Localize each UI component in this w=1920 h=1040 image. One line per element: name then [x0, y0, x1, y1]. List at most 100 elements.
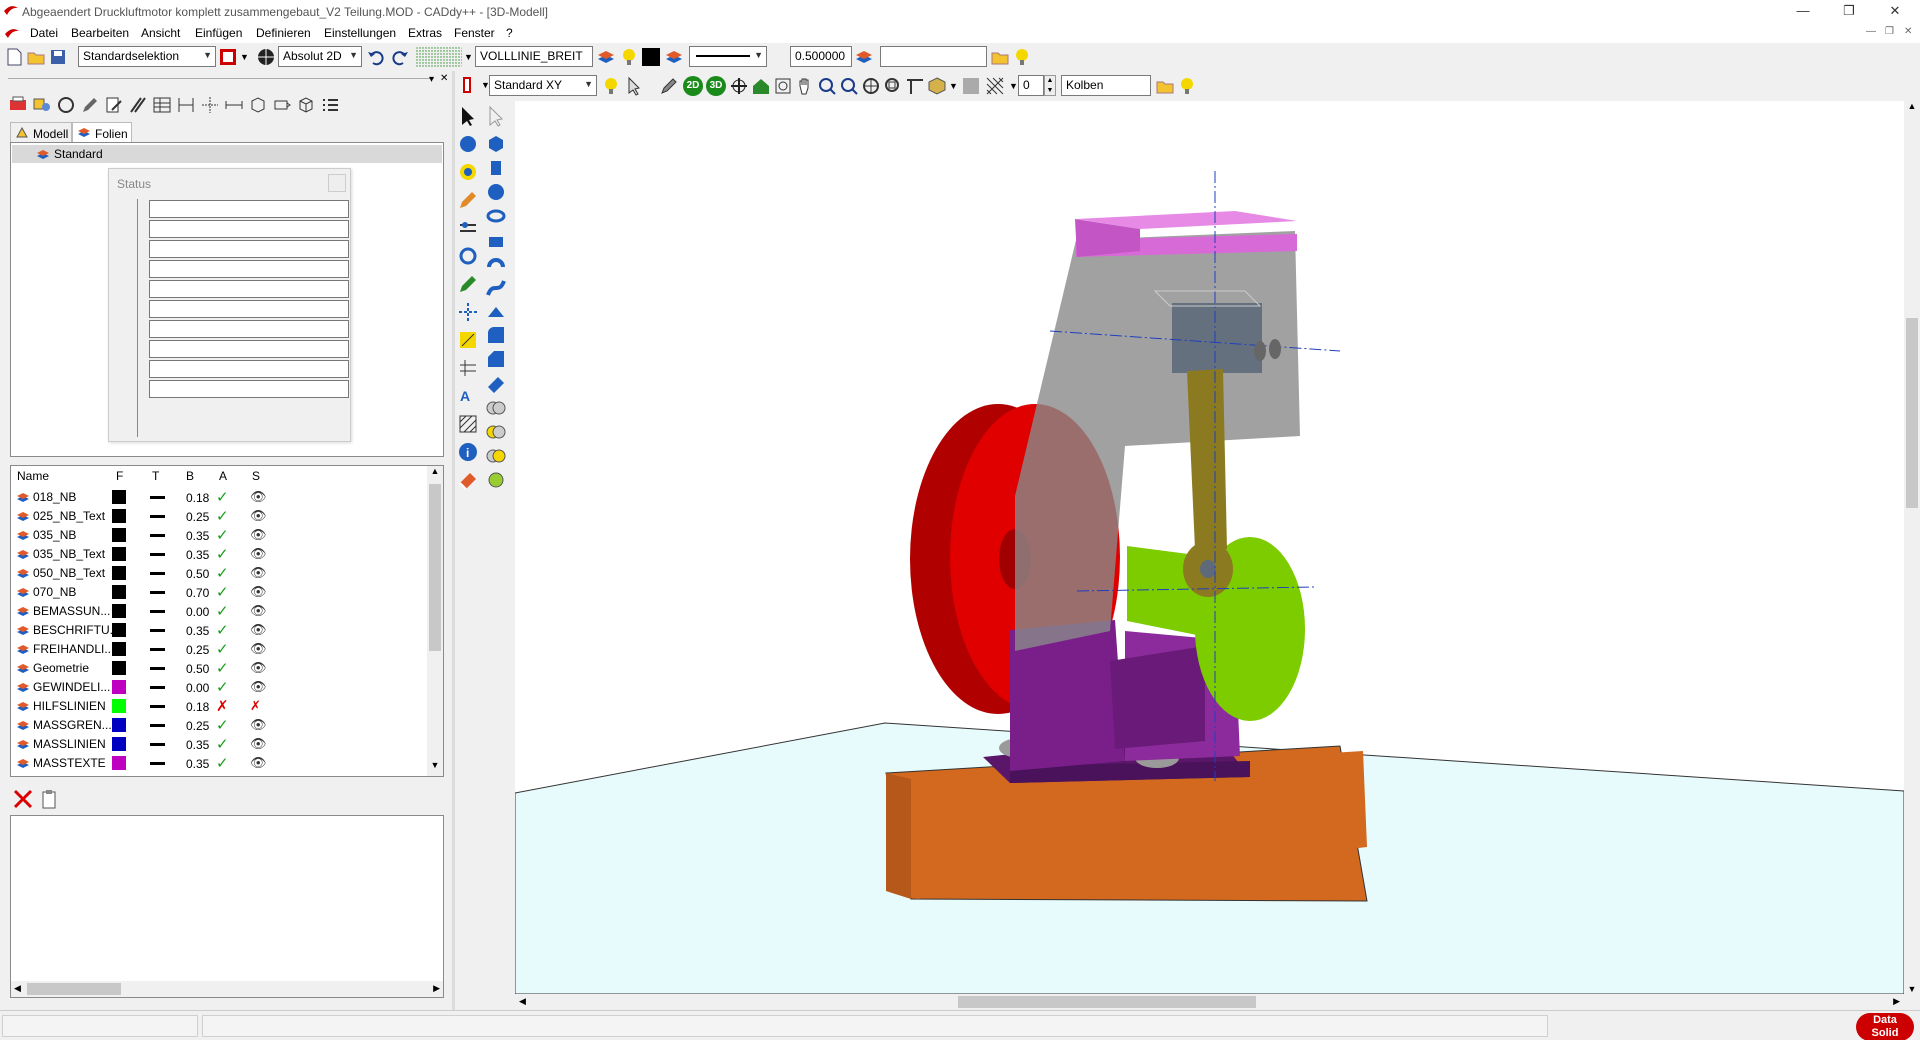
number-spinner[interactable]: ▲ ▼ — [1044, 75, 1056, 96]
layer-row[interactable]: 035_NB_Text 0.35 ✓ 👁 — [11, 544, 429, 563]
viewport-horizontal-scrollbar[interactable]: ◀ ▶ — [515, 994, 1904, 1010]
layer-icon[interactable] — [596, 47, 616, 67]
chevron-down-icon[interactable]: ▼ — [240, 52, 249, 62]
panel-close-icon[interactable]: ✕ — [440, 73, 448, 84]
layer-color-swatch[interactable] — [112, 756, 126, 770]
layer-width[interactable]: 0.00 — [186, 681, 209, 695]
sphere-icon[interactable] — [485, 181, 507, 203]
pencil-icon[interactable] — [659, 76, 679, 96]
clipboard-icon[interactable] — [40, 788, 58, 810]
zoom-extents-icon[interactable] — [883, 76, 903, 96]
layer-linetype[interactable] — [150, 591, 165, 594]
folder-icon[interactable] — [990, 47, 1010, 67]
open-folder-icon[interactable] — [26, 47, 46, 67]
column-b[interactable]: B — [186, 469, 194, 483]
tab-modell[interactable]: Modell — [10, 122, 72, 142]
layer-scrollbar[interactable]: ▲ ▼ — [427, 466, 443, 776]
layer-visibility-toggle[interactable]: ✗ — [250, 698, 261, 714]
cube-icon[interactable] — [296, 95, 316, 115]
layer-visibility-toggle[interactable]: 👁 — [250, 755, 267, 771]
restore-button[interactable]: ❐ — [1826, 0, 1872, 23]
explorer-icon[interactable] — [32, 95, 52, 115]
menu-fenster[interactable]: Fenster — [454, 26, 495, 40]
dimension-icon[interactable] — [176, 95, 196, 115]
extrude-icon[interactable] — [485, 229, 507, 251]
layer-color-swatch[interactable] — [112, 509, 126, 523]
subtract-icon[interactable] — [485, 421, 507, 443]
tree-item-standard[interactable]: Standard — [12, 145, 442, 163]
layer-linetype[interactable] — [150, 743, 165, 746]
layer-width[interactable]: 0.35 — [186, 738, 209, 752]
box-icon[interactable] — [248, 95, 268, 115]
layer-active-toggle[interactable]: ✓ — [216, 488, 229, 506]
layer-width[interactable]: 0.18 — [186, 700, 209, 714]
layer-color-swatch[interactable] — [112, 566, 126, 580]
scroll-thumb[interactable] — [958, 996, 1256, 1008]
layer-active-toggle[interactable]: ✓ — [216, 545, 229, 563]
model-viewport[interactable] — [515, 101, 1904, 994]
column-f[interactable]: F — [116, 469, 123, 483]
layer-linetype[interactable] — [150, 515, 165, 518]
menu-definieren[interactable]: Definieren — [256, 26, 311, 40]
cube-3d-icon[interactable] — [485, 133, 507, 155]
dimension-tool-icon[interactable] — [457, 329, 479, 351]
circle-tool-icon[interactable] — [56, 95, 76, 115]
rotate-icon[interactable] — [457, 245, 479, 267]
layer-width[interactable]: 0.25 — [186, 643, 209, 657]
layer-visibility-toggle[interactable]: 👁 — [250, 622, 267, 638]
layer-icon[interactable] — [664, 47, 684, 67]
scroll-right-icon[interactable]: ▶ — [433, 983, 440, 994]
scroll-down-icon[interactable]: ▼ — [427, 760, 443, 776]
layer-bulb-icon[interactable] — [618, 47, 638, 67]
layer-width[interactable]: 0.70 — [186, 586, 209, 600]
layer-visibility-toggle[interactable]: 👁 — [250, 489, 267, 505]
layer-color-swatch[interactable] — [112, 642, 126, 656]
layer-linetype[interactable] — [150, 572, 165, 575]
layer-row[interactable]: MASSGREN... 0.25 ✓ 👁 — [11, 715, 429, 734]
hatch-tool-icon[interactable] — [457, 413, 479, 435]
solid-icon[interactable] — [272, 95, 292, 115]
close-button[interactable]: ✕ — [1872, 0, 1918, 23]
menu-bearbeiten[interactable]: Bearbeiten — [71, 26, 129, 40]
layer-width[interactable]: 0.35 — [186, 757, 209, 771]
rotate-view-icon[interactable] — [729, 76, 749, 96]
layer-linetype[interactable] — [150, 762, 165, 765]
scroll-down-icon[interactable]: ▼ — [1904, 984, 1920, 994]
material-icon[interactable] — [485, 469, 507, 491]
layer-color-swatch[interactable] — [112, 718, 126, 732]
layer-linetype[interactable] — [150, 705, 165, 708]
pointer-icon[interactable] — [625, 76, 645, 96]
layer-active-toggle[interactable]: ✓ — [216, 583, 229, 601]
layer-color-swatch[interactable] — [112, 528, 126, 542]
layer-visibility-toggle[interactable]: 👁 — [250, 603, 267, 619]
layer-active-toggle[interactable]: ✗ — [216, 697, 229, 715]
selection-mode-select[interactable]: Standardselektion ▼ — [78, 46, 216, 67]
layer-visibility-toggle[interactable]: 👁 — [250, 584, 267, 600]
mdi-minimize-button[interactable]: — — [1866, 26, 1876, 37]
layer-row[interactable]: 035_NB 0.35 ✓ 👁 — [11, 525, 429, 544]
new-file-icon[interactable] — [4, 47, 24, 67]
layer-linetype[interactable] — [150, 667, 165, 670]
pointer-outline-icon[interactable] — [485, 105, 507, 127]
scroll-up-icon[interactable]: ▲ — [427, 466, 443, 482]
layer-width[interactable]: 0.50 — [186, 567, 209, 581]
app-menu-icon[interactable] — [4, 26, 20, 39]
home-view-icon[interactable] — [751, 76, 771, 96]
layer-row[interactable]: HILFSLINIEN 0.18 ✗ ✗ — [11, 696, 429, 715]
linetype-field[interactable]: VOLLLINIE_BREIT — [475, 46, 593, 67]
number-field[interactable]: 0 — [1018, 75, 1044, 96]
layer-row[interactable]: 018_NB 0.18 ✓ 👁 — [11, 487, 429, 506]
pencil-draw-icon[interactable] — [457, 189, 479, 211]
zoom-in-icon[interactable] — [817, 76, 837, 96]
layer-width[interactable]: 0.25 — [186, 719, 209, 733]
layer-linetype[interactable] — [150, 724, 165, 727]
layer-visibility-toggle[interactable]: 👁 — [250, 546, 267, 562]
scroll-up-icon[interactable]: ▲ — [1904, 101, 1920, 111]
redo-icon[interactable] — [390, 47, 410, 67]
color-swatch[interactable] — [642, 48, 660, 66]
sweep-icon[interactable] — [485, 277, 507, 299]
crosshair-icon[interactable] — [200, 95, 220, 115]
layer-row[interactable]: MASSLINIEN 0.35 ✓ 👁 — [11, 734, 429, 753]
layer-width[interactable]: 0.18 — [186, 491, 209, 505]
bulb-icon[interactable] — [601, 76, 621, 96]
